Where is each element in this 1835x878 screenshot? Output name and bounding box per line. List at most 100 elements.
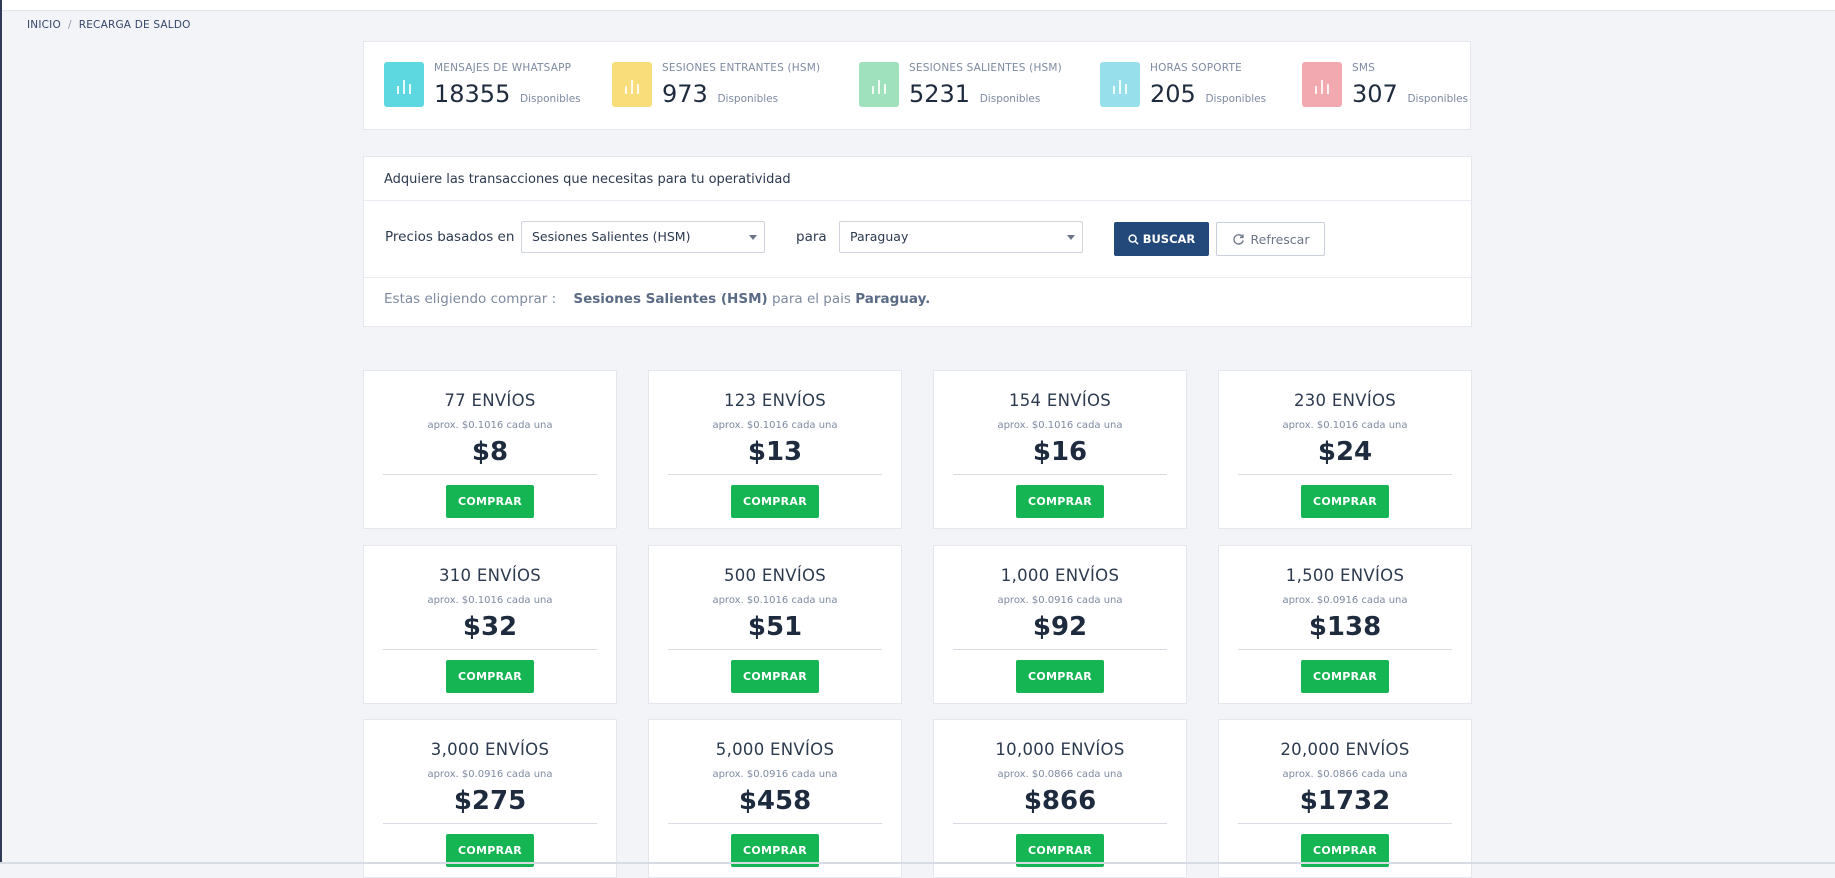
- divider: [1238, 474, 1452, 475]
- package-price: $275: [453, 786, 527, 816]
- bar-chart-icon: [1302, 62, 1342, 107]
- package-price: $24: [1317, 437, 1373, 467]
- package-quantity: 123 ENVÍOS: [723, 391, 827, 410]
- package-unit-price: aprox. $0.1016 cada una: [997, 420, 1123, 431]
- panel-title: Adquiere las transacciones que necesitas…: [384, 172, 791, 187]
- refresh-icon: [1232, 233, 1244, 245]
- stat-label: SMS: [1352, 62, 1375, 74]
- package-card: 10,000 ENVÍOS aprox. $0.0866 cada una $866…: [933, 719, 1187, 878]
- breadcrumb: INICIO / RECARGA DE SALDO: [27, 19, 191, 31]
- divider: [953, 823, 1167, 824]
- stat-value: 307 Disponibles: [1352, 80, 1469, 108]
- breadcrumb-separator: /: [67, 19, 72, 31]
- buy-button[interactable]: COMPRAR: [731, 660, 819, 693]
- package-quantity: 3,000 ENVÍOS: [430, 740, 550, 759]
- buy-button[interactable]: COMPRAR: [1016, 485, 1104, 518]
- stat-value: 205 Disponibles: [1150, 80, 1267, 108]
- divider: [1238, 649, 1452, 650]
- selection-summary: Estas eligiendo comprar : Sesiones Salie…: [384, 291, 931, 307]
- search-button[interactable]: BUSCAR: [1114, 222, 1209, 256]
- package-quantity: 1,000 ENVÍOS: [1000, 566, 1120, 585]
- package-quantity: 5,000 ENVÍOS: [715, 740, 835, 759]
- bar-chart-icon: [1100, 62, 1140, 107]
- package-unit-price: aprox. $0.1016 cada una: [1282, 420, 1408, 431]
- package-unit-price: aprox. $0.0866 cada una: [997, 769, 1123, 780]
- package-card: 500 ENVÍOS aprox. $0.1016 cada una $51 COMP…: [648, 545, 902, 704]
- package-quantity: 500 ENVÍOS: [723, 566, 827, 585]
- buy-button[interactable]: COMPRAR: [1301, 485, 1389, 518]
- chevron-down-icon: [1067, 235, 1075, 240]
- package-unit-price: aprox. $0.1016 cada una: [427, 420, 553, 431]
- refresh-button[interactable]: Refrescar: [1216, 222, 1325, 256]
- package-quantity: 230 ENVÍOS: [1293, 391, 1397, 410]
- package-quantity: 310 ENVÍOS: [438, 566, 542, 585]
- package-card: 154 ENVÍOS aprox. $0.1016 cada una $16 COMP…: [933, 370, 1187, 529]
- for-label: para: [796, 229, 827, 245]
- package-unit-price: aprox. $0.1016 cada una: [427, 595, 553, 606]
- package-quantity: 10,000 ENVÍOS: [995, 740, 1125, 759]
- divider: [364, 200, 1471, 201]
- search-icon: [1128, 233, 1139, 245]
- buy-button[interactable]: COMPRAR: [731, 485, 819, 518]
- breadcrumb-current: RECARGA DE SALDO: [78, 19, 191, 31]
- package-card: 20,000 ENVÍOS aprox. $0.0866 cada una $173…: [1218, 719, 1472, 878]
- stat-value: 5231 Disponibles: [909, 80, 1041, 108]
- package-price: $138: [1308, 612, 1382, 642]
- package-unit-price: aprox. $0.0916 cada una: [997, 595, 1123, 606]
- package-price: $13: [747, 437, 803, 467]
- package-unit-price: aprox. $0.1016 cada una: [712, 420, 838, 431]
- package-card: 77 ENVÍOS aprox. $0.1016 cada una $8 COMPRA…: [363, 370, 617, 529]
- divider: [383, 474, 597, 475]
- top-bar: [0, 0, 1835, 11]
- stat-label: SESIONES SALIENTES (HSM): [909, 62, 1062, 74]
- package-price: $458: [738, 786, 812, 816]
- package-card: 5,000 ENVÍOS aprox. $0.0916 cada una $458 C…: [648, 719, 902, 878]
- purchase-filter-panel: Adquiere las transacciones que necesitas…: [363, 156, 1472, 327]
- package-price: $8: [471, 437, 509, 467]
- stat-label: MENSAJES DE WHATSAPP: [434, 62, 572, 74]
- divider: [953, 649, 1167, 650]
- package-unit-price: aprox. $0.0916 cada una: [1282, 595, 1408, 606]
- package-price: $16: [1032, 437, 1088, 467]
- package-quantity: 154 ENVÍOS: [1008, 391, 1112, 410]
- package-card: 1,000 ENVÍOS aprox. $0.0916 cada una $92 CO…: [933, 545, 1187, 704]
- package-quantity: 1,500 ENVÍOS: [1285, 566, 1405, 585]
- divider: [668, 823, 882, 824]
- package-unit-price: aprox. $0.0866 cada una: [1282, 769, 1408, 780]
- divider: [383, 823, 597, 824]
- package-price: $32: [462, 612, 518, 642]
- bar-chart-icon: [384, 62, 424, 107]
- stat-label: HORAS SOPORTE: [1150, 62, 1242, 74]
- stat-value: 18355 Disponibles: [434, 80, 581, 108]
- divider: [383, 649, 597, 650]
- package-card: 3,000 ENVÍOS aprox. $0.0916 cada una $275 C…: [363, 719, 617, 878]
- bar-chart-icon: [859, 62, 899, 107]
- chevron-down-icon: [749, 235, 757, 240]
- breadcrumb-home[interactable]: INICIO: [27, 19, 61, 31]
- divider: [668, 474, 882, 475]
- buy-button[interactable]: COMPRAR: [1016, 660, 1104, 693]
- package-price: $1732: [1299, 786, 1391, 816]
- bar-chart-icon: [612, 62, 652, 107]
- package-card: 1,500 ENVÍOS aprox. $0.0916 cada una $138 C…: [1218, 545, 1472, 704]
- price-basis-label: Precios basados en: [385, 229, 515, 245]
- price-basis-select[interactable]: Sesiones Salientes (HSM): [521, 221, 765, 253]
- buy-button[interactable]: COMPRAR: [446, 485, 534, 518]
- package-unit-price: aprox. $0.0916 cada una: [427, 769, 553, 780]
- package-card: 310 ENVÍOS aprox. $0.1016 cada una $32 COMP…: [363, 545, 617, 704]
- divider: [953, 474, 1167, 475]
- package-card: 123 ENVÍOS aprox. $0.1016 cada una $13 COMP…: [648, 370, 902, 529]
- stat-value: 973 Disponibles: [662, 80, 779, 108]
- buy-button[interactable]: COMPRAR: [446, 660, 534, 693]
- balance-stats: MENSAJES DE WHATSAPP 18355 Disponibles S…: [363, 41, 1471, 130]
- package-price: $51: [747, 612, 803, 642]
- package-quantity: 77 ENVÍOS: [444, 391, 536, 410]
- package-unit-price: aprox. $0.0916 cada una: [712, 769, 838, 780]
- package-card: 230 ENVÍOS aprox. $0.1016 cada una $24 COMP…: [1218, 370, 1472, 529]
- package-quantity: 20,000 ENVÍOS: [1280, 740, 1410, 759]
- package-price: $866: [1023, 786, 1097, 816]
- divider: [1238, 823, 1452, 824]
- buy-button[interactable]: COMPRAR: [1301, 660, 1389, 693]
- country-select[interactable]: Paraguay: [839, 221, 1083, 253]
- package-price: $92: [1032, 612, 1088, 642]
